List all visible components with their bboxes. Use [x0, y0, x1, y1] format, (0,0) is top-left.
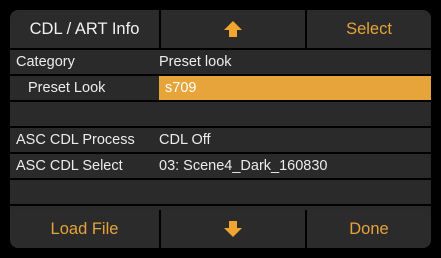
- screen-frame: CDL / ART Info Select Category Preset lo…: [7, 7, 434, 251]
- row-category[interactable]: Category Preset look: [10, 50, 431, 74]
- menu-title: CDL / ART Info: [10, 10, 159, 48]
- arrow-up-icon: [224, 21, 242, 37]
- arrow-down-icon: [224, 221, 242, 237]
- camera-menu-screen: CDL / ART Info Select Category Preset lo…: [0, 0, 441, 258]
- top-bar: CDL / ART Info Select: [10, 10, 431, 48]
- category-value: Preset look: [159, 54, 232, 70]
- row-empty-2: [10, 180, 431, 204]
- select-button[interactable]: Select: [307, 10, 431, 48]
- row-asc-cdl-process[interactable]: ASC CDL Process CDL Off: [10, 128, 431, 152]
- scroll-up-button[interactable]: [161, 10, 305, 48]
- preset-look-label: Preset Look: [28, 80, 106, 96]
- done-button[interactable]: Done: [307, 210, 431, 248]
- preset-look-value[interactable]: s709: [159, 76, 431, 100]
- row-preset-look[interactable]: Preset Look s709: [10, 76, 431, 100]
- asc-cdl-select-value: 03: Scene4_Dark_160830: [159, 158, 328, 174]
- asc-cdl-select-label: ASC CDL Select: [16, 158, 123, 174]
- category-label: Category: [16, 54, 75, 70]
- settings-list: Category Preset look Preset Look s709 AS…: [10, 50, 431, 224]
- asc-cdl-process-label: ASC CDL Process: [16, 132, 135, 148]
- load-file-button[interactable]: Load File: [10, 210, 159, 248]
- row-asc-cdl-select[interactable]: ASC CDL Select 03: Scene4_Dark_160830: [10, 154, 431, 178]
- bottom-bar: Load File Done: [10, 210, 431, 248]
- menu-grid: CDL / ART Info Select Category Preset lo…: [10, 10, 431, 248]
- row-empty-1: [10, 102, 431, 126]
- scroll-down-button[interactable]: [161, 210, 305, 248]
- asc-cdl-process-value: CDL Off: [159, 132, 211, 148]
